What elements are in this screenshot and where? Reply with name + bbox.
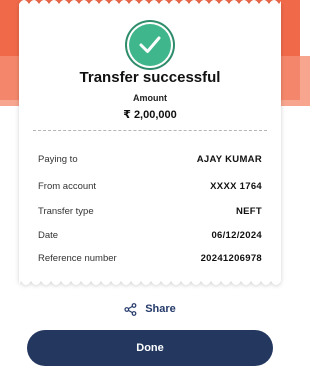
check-icon	[139, 36, 161, 53]
success-check-icon	[129, 24, 171, 66]
detail-row-paying-to: Paying to AJAY KUMAR	[38, 152, 262, 166]
detail-label: Paying to	[38, 153, 78, 165]
detail-row-reference-number: Reference number 20241206978	[38, 251, 262, 265]
detail-row-from-account: From account XXXX 1764	[38, 179, 262, 193]
dashed-divider	[33, 130, 267, 131]
share-label: Share	[145, 303, 176, 315]
detail-label: Date	[38, 229, 59, 241]
detail-value: 20241206978	[200, 252, 262, 264]
share-button[interactable]: Share	[0, 300, 300, 318]
detail-value: NEFT	[235, 205, 262, 217]
detail-label: Reference number	[38, 252, 117, 264]
detail-value: AJAY KUMAR	[196, 153, 262, 165]
done-button[interactable]: Done	[27, 330, 273, 366]
share-icon	[124, 302, 137, 316]
detail-value: 06/12/2024	[211, 229, 262, 241]
amount-value: ₹ 2,00,000	[123, 109, 177, 121]
detail-label: From account	[38, 180, 97, 192]
detail-row-transfer-type: Transfer type NEFT	[38, 204, 262, 218]
detail-value: XXXX 1764	[210, 180, 262, 192]
status-title: Transfer successful	[79, 69, 221, 86]
amount-label: Amount	[133, 93, 167, 103]
receipt-card: Transfer successful Amount ₹ 2,00,000 Pa…	[19, 0, 281, 285]
detail-row-date: Date 06/12/2024	[38, 228, 262, 242]
detail-label: Transfer type	[38, 205, 94, 217]
